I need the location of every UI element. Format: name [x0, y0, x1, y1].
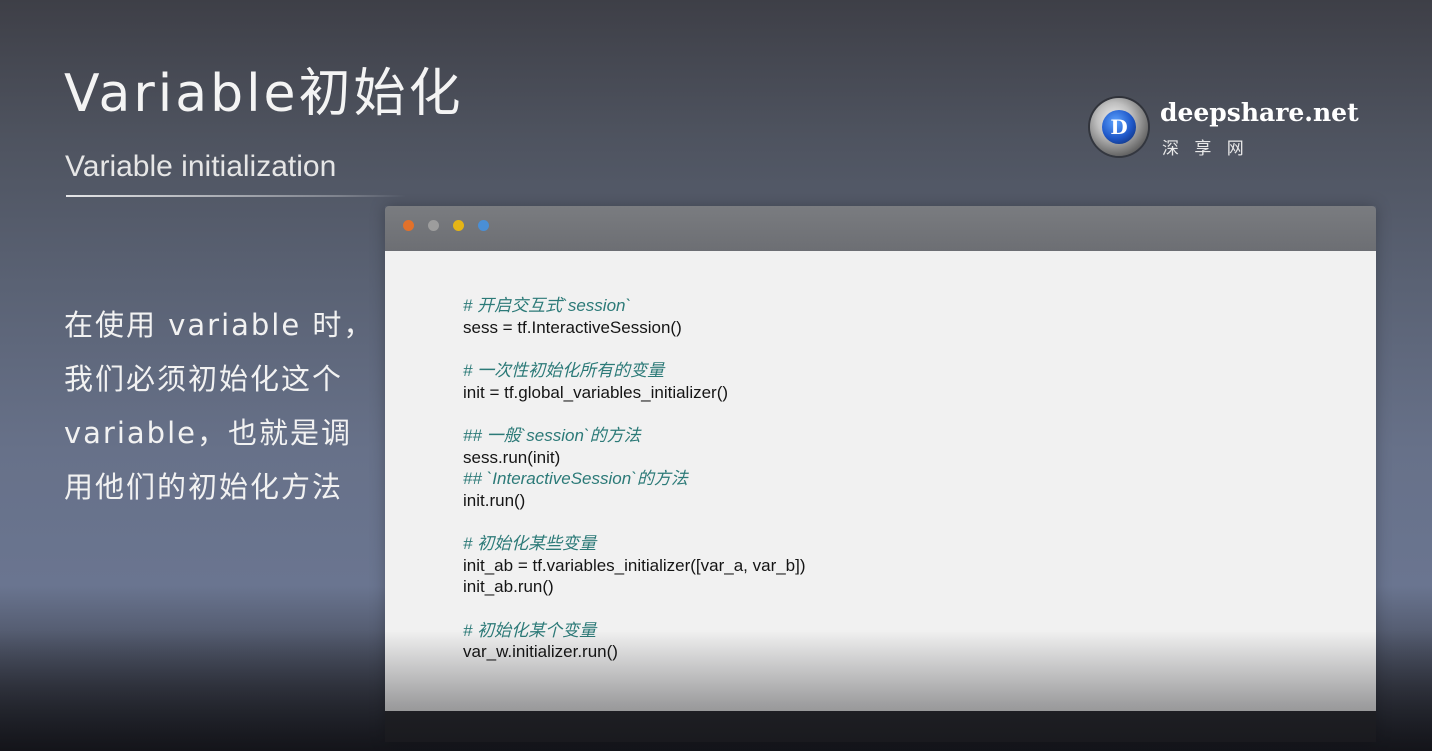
code-gap — [463, 511, 806, 533]
code-gap — [463, 598, 806, 620]
logo-mark: D — [1102, 110, 1136, 144]
window-titlebar — [385, 206, 1376, 252]
code-gap — [463, 338, 806, 360]
slide-description: 在使用 variable 时， 我们必须初始化这个 variable，也就是调 … — [64, 298, 384, 514]
code-line: init_ab = tf.variables_initializer([var_… — [463, 555, 806, 575]
code-window-body: # 开启交互式`session` sess = tf.InteractiveSe… — [385, 251, 1376, 711]
description-line: 用他们的初始化方法 — [64, 470, 344, 504]
code-line: sess.run(init) — [463, 447, 561, 467]
code-comment: # 开启交互式`session` — [463, 296, 632, 315]
logo-cn-name: 深 享 网 — [1162, 139, 1249, 159]
code-comment: ## 一般`session`的方法 — [463, 426, 641, 445]
code-window: # 开启交互式`session` sess = tf.InteractiveSe… — [385, 206, 1376, 742]
description-line: variable，也就是调 — [64, 416, 352, 450]
logo-disc-icon: D — [1090, 98, 1148, 156]
code-line: sess = tf.InteractiveSession() — [463, 317, 682, 337]
window-footer — [385, 711, 1376, 742]
maximize-dot-icon — [453, 220, 464, 231]
minimize-dot-icon — [428, 220, 439, 231]
code-block: # 开启交互式`session` sess = tf.InteractiveSe… — [463, 295, 806, 663]
description-line: 在使用 variable 时， — [64, 308, 375, 342]
deepshare-logo: D deepshare.net 深 享 网 — [1090, 98, 1359, 160]
extra-dot-icon — [478, 220, 489, 231]
slide-title: Variable初始化 — [64, 64, 464, 124]
code-line: init = tf.global_variables_initializer() — [463, 382, 729, 402]
title-underline — [66, 195, 406, 197]
code-line: init_ab.run() — [463, 577, 554, 596]
code-line: var_w.initializer.run() — [463, 642, 618, 661]
code-comment: # 一次性初始化所有的变量 — [463, 361, 665, 380]
logo-name: deepshare.net — [1160, 98, 1359, 127]
slide-subtitle: Variable initialization — [65, 150, 337, 183]
code-comment: ## `InteractiveSession`的方法 — [463, 469, 688, 488]
close-dot-icon — [403, 220, 414, 231]
code-line: init.run() — [463, 490, 526, 510]
code-comment: # 初始化某个变量 — [463, 620, 597, 640]
description-line: 我们必须初始化这个 — [64, 362, 344, 396]
code-gap — [463, 403, 806, 425]
code-comment: # 初始化某些变量 — [463, 534, 597, 553]
